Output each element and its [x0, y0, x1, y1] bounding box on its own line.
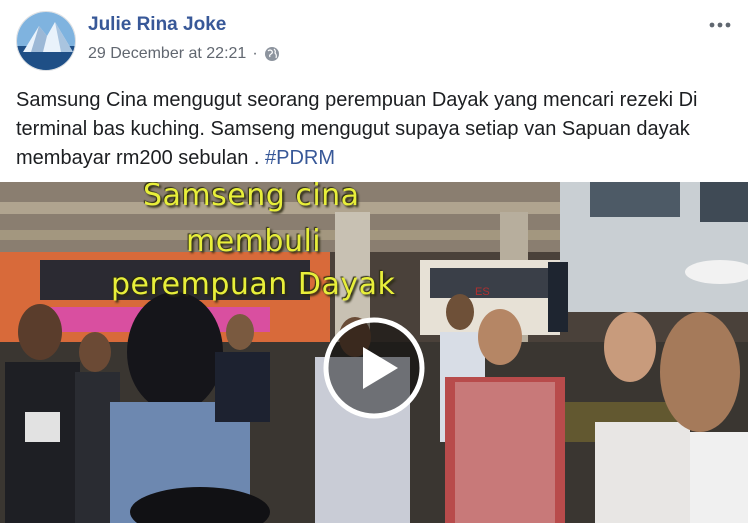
video-player[interactable]: ES Samseng cina membuli perempuan Dayak: [0, 182, 748, 523]
author-name[interactable]: Julie Rina Joke: [88, 14, 226, 36]
video-caption-line-1: Samseng cina: [143, 182, 360, 213]
video-caption-line-2: membuli: [186, 224, 322, 259]
video-caption-line-3: perempuan Dayak: [111, 267, 396, 302]
globe-icon[interactable]: [264, 46, 280, 62]
meta-separator: ·: [252, 45, 258, 62]
post-body: Samsung Cina mengugut seorang perempuan …: [16, 86, 732, 173]
post-timestamp[interactable]: 29 December at 22:21: [88, 45, 246, 63]
bus-sign-text: ES: [475, 286, 490, 298]
play-icon[interactable]: [323, 317, 425, 419]
post-header: Julie Rina Joke 29 December at 22:21 ·: [0, 0, 748, 80]
hashtag-link[interactable]: #PDRM: [265, 147, 335, 169]
more-options-icon[interactable]: [708, 18, 732, 30]
post-meta: 29 December at 22:21 ·: [88, 45, 280, 63]
post-text: Samsung Cina mengugut seorang perempuan …: [16, 89, 698, 169]
avatar[interactable]: [16, 11, 76, 71]
